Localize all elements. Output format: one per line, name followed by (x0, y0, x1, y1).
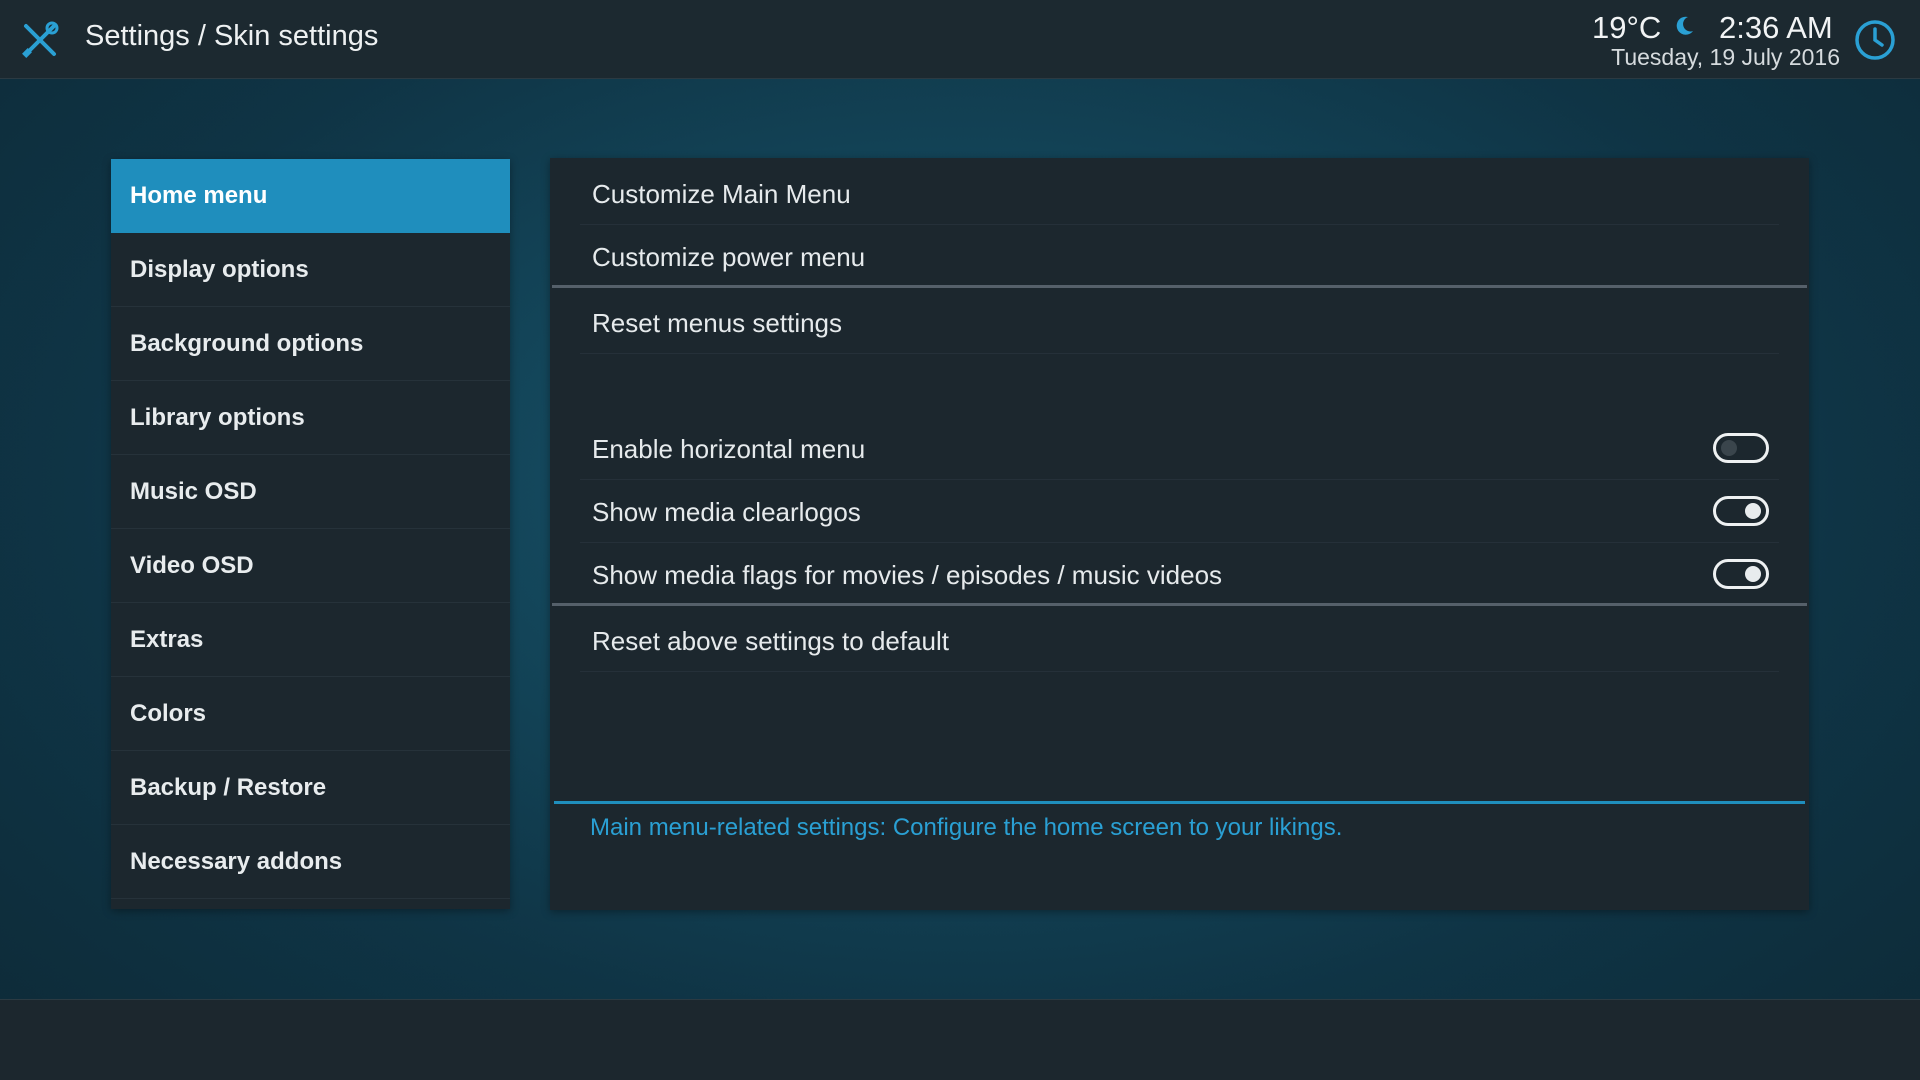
toggle-knob (1721, 440, 1737, 456)
info-divider (554, 801, 1805, 804)
clock-icon (1855, 20, 1895, 60)
row-divider (580, 542, 1779, 543)
setting-label: Customize power menu (592, 242, 866, 272)
sidebar-item-home-menu[interactable]: Home menu (111, 159, 510, 233)
row-divider (580, 479, 1779, 480)
time-display: 2:36 AM (1719, 10, 1833, 45)
sidebar-item-video-osd[interactable]: Video OSD (111, 529, 510, 603)
setting-label: Reset above settings to default (592, 626, 950, 656)
row-divider (580, 353, 1779, 354)
sidebar-item-backup-restore[interactable]: Backup / Restore (111, 751, 510, 825)
reset-above-settings-button[interactable]: Reset above settings to default (550, 610, 1809, 672)
temperature: 19°C (1592, 10, 1662, 45)
section-separator (552, 603, 1807, 606)
setting-label: Show media clearlogos (592, 497, 861, 527)
setting-label: Reset menus settings (592, 308, 843, 338)
show-media-flags-toggle[interactable] (1713, 559, 1769, 589)
footer-bar (0, 999, 1920, 1080)
page-title: Settings / Skin settings (85, 20, 379, 52)
reset-menus-settings-button[interactable]: Reset menus settings (550, 292, 1809, 354)
enable-horizontal-menu-setting[interactable]: Enable horizontal menu (550, 418, 1809, 480)
show-media-flags-setting[interactable]: Show media flags for movies / episodes /… (550, 544, 1809, 606)
sidebar-item-music-osd[interactable]: Music OSD (111, 455, 510, 529)
header-bar: Settings / Skin settings 19°C 2:36 AM Tu… (0, 0, 1920, 79)
moon-icon (1676, 16, 1693, 35)
toggle-knob (1745, 503, 1761, 519)
show-media-clearlogos-setting[interactable]: Show media clearlogos (550, 481, 1809, 543)
sidebar-item-library-options[interactable]: Library options (111, 381, 510, 455)
sidebar-item-background-options[interactable]: Background options (111, 307, 510, 381)
section-separator (552, 285, 1807, 288)
sidebar-item-display-options[interactable]: Display options (111, 233, 510, 307)
customize-main-menu-button[interactable]: Customize Main Menu (550, 163, 1809, 225)
date-display: Tuesday, 19 July 2016 (1611, 44, 1840, 70)
setting-label: Customize Main Menu (592, 179, 851, 209)
row-divider (580, 224, 1779, 225)
sidebar-item-extras[interactable]: Extras (111, 603, 510, 677)
settings-tools-icon (22, 21, 59, 58)
row-divider (580, 671, 1779, 672)
sidebar-item-necessary-addons[interactable]: Necessary addons (111, 825, 510, 899)
show-media-clearlogos-toggle[interactable] (1713, 496, 1769, 526)
skin-settings-categories: Home menu Display options Background opt… (111, 159, 510, 909)
setting-label: Show media flags for movies / episodes /… (592, 560, 1223, 590)
setting-label: Enable horizontal menu (592, 434, 866, 464)
customize-power-menu-button[interactable]: Customize power menu (550, 226, 1809, 288)
enable-horizontal-menu-toggle[interactable] (1713, 433, 1769, 463)
setting-description: Main menu-related settings: Configure th… (590, 814, 1343, 841)
settings-panel: Customize Main Menu Customize power menu… (550, 158, 1809, 910)
toggle-knob (1745, 566, 1761, 582)
sidebar-item-colors[interactable]: Colors (111, 677, 510, 751)
